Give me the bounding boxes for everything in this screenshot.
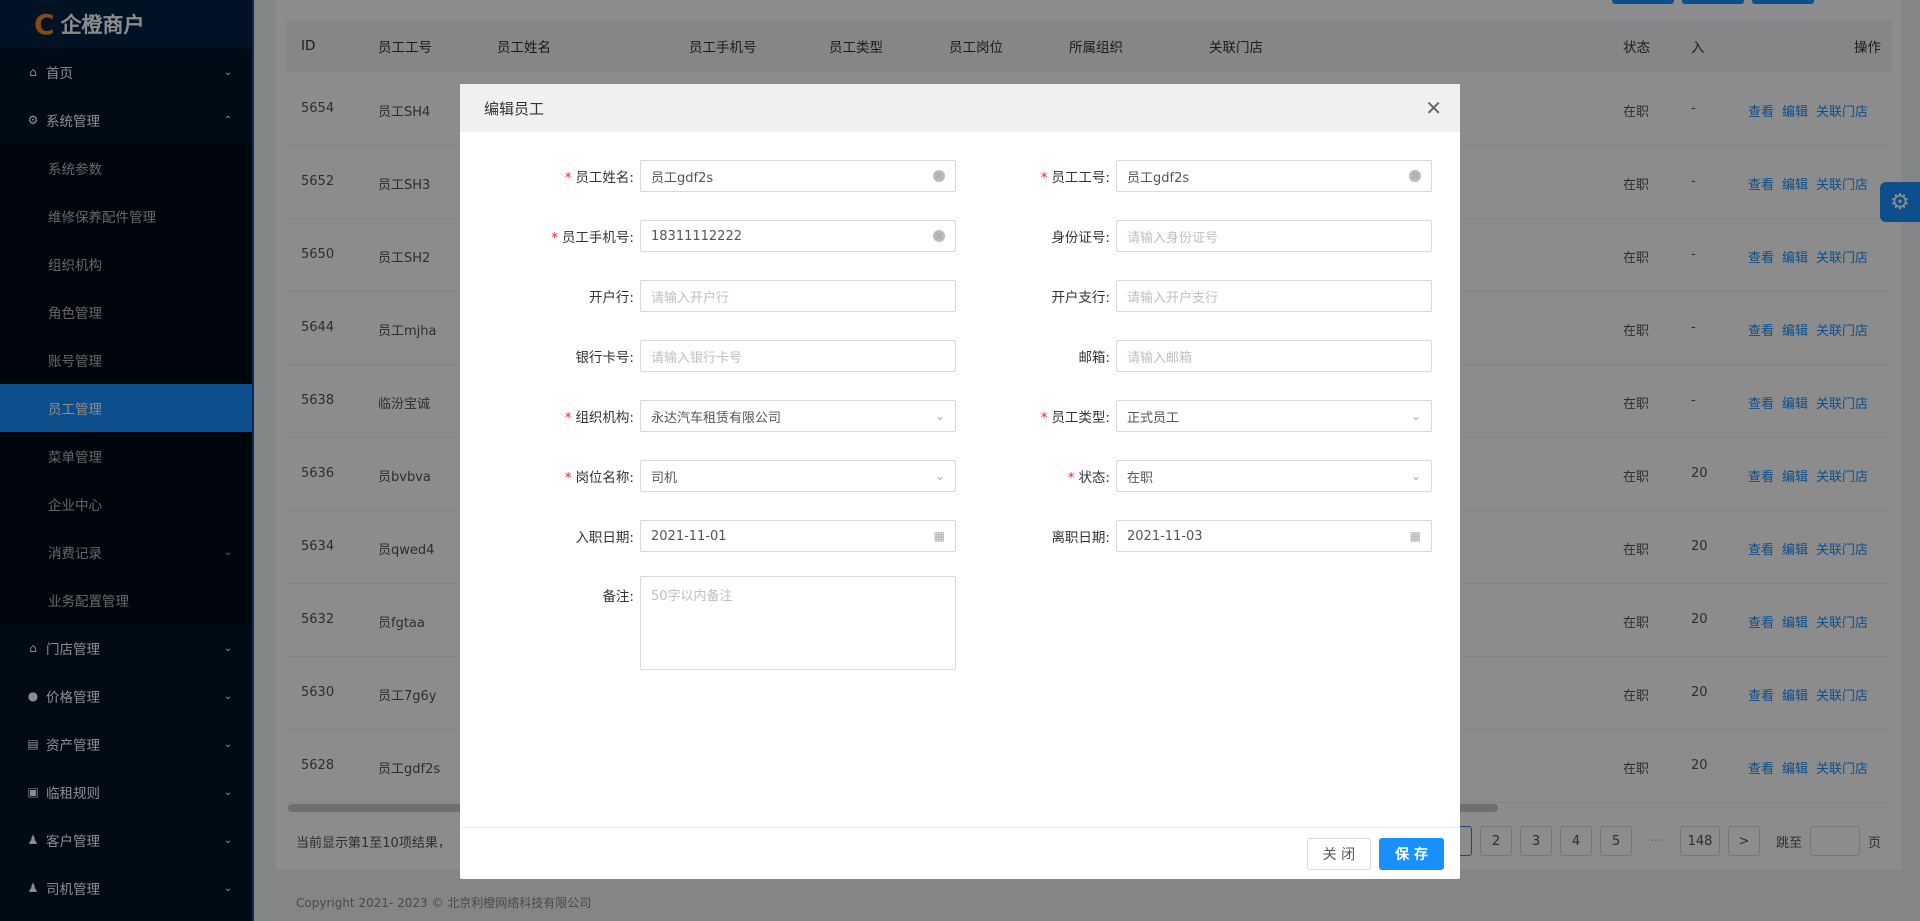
field-label: * 组织机构: <box>564 410 634 426</box>
clear-icon[interactable]: ✕ <box>1409 169 1421 183</box>
field-label: 银行卡号: <box>575 350 634 366</box>
field-label: * 状态: <box>1067 470 1110 486</box>
field-id-card: 身份证号: 请输入身份证号 <box>936 220 1432 252</box>
id-card-input[interactable]: 请输入身份证号 <box>1116 220 1432 252</box>
employee-no-input[interactable]: 员工gdf2s ✕ <box>1116 160 1432 192</box>
field-bank: 开户行: 请输入开户行 <box>460 280 956 312</box>
chevron-down-icon: ⌄ <box>1410 409 1421 423</box>
field-employee-type: * 员工类型: 正式员工 ⌄ <box>936 400 1432 432</box>
field-employee-no: * 员工工号: 员工gdf2s ✕ <box>936 160 1432 192</box>
save-button[interactable]: 保 存 <box>1379 837 1444 870</box>
field-label: * 员工姓名: <box>564 170 634 186</box>
post-select[interactable]: 司机 ⌄ <box>640 460 956 492</box>
field-label: * 员工工号: <box>1040 170 1110 186</box>
field-employee-name: * 员工姓名: 员工gdf2s ✕ <box>460 160 956 192</box>
phone-input[interactable]: 18311112222 ✕ <box>640 220 956 252</box>
field-leave-date: 离职日期: 2021-11-03 ▦ <box>936 520 1432 552</box>
org-select[interactable]: 永达汽车租赁有限公司 ⌄ <box>640 400 956 432</box>
field-post: * 岗位名称: 司机 ⌄ <box>460 460 956 492</box>
modal-header: 编辑员工 ✕ <box>460 84 1460 132</box>
field-label: * 岗位名称: <box>564 470 634 486</box>
close-button[interactable]: 关 闭 <box>1306 837 1372 870</box>
modal-title: 编辑员工 <box>484 99 545 118</box>
field-remark: 备注: 50字以内备注 <box>460 576 956 670</box>
field-status: * 状态: 在职 ⌄ <box>936 460 1432 492</box>
remark-textarea[interactable]: 50字以内备注 <box>640 576 956 670</box>
employee-name-input[interactable]: 员工gdf2s ✕ <box>640 160 956 192</box>
chevron-down-icon: ⌄ <box>1410 469 1421 483</box>
field-phone: * 员工手机号: 18311112222 ✕ <box>460 220 956 252</box>
field-entry-date: 入职日期: 2021-11-01 ▦ <box>460 520 956 552</box>
field-branch: 开户支行: 请输入开户支行 <box>936 280 1432 312</box>
modal-footer: 关 闭 保 存 <box>460 827 1460 879</box>
field-label: * 员工类型: <box>1040 410 1110 426</box>
edit-employee-modal: 编辑员工 ✕ * 员工姓名: 员工gdf2s ✕ * 员工工号: 员工gdf2s ✕ *… <box>460 84 1460 879</box>
entry-date-picker[interactable]: 2021-11-01 ▦ <box>640 520 956 552</box>
bank-input[interactable]: 请输入开户行 <box>640 280 956 312</box>
bank-card-input[interactable]: 请输入银行卡号 <box>640 340 956 372</box>
field-email: 邮箱: 请输入邮箱 <box>936 340 1432 372</box>
field-label: 开户行: <box>588 290 634 306</box>
field-label: 备注: <box>602 589 634 605</box>
field-label: 身份证号: <box>1051 230 1110 246</box>
field-label: 开户支行: <box>1051 290 1110 306</box>
leave-date-picker[interactable]: 2021-11-03 ▦ <box>1116 520 1432 552</box>
status-select[interactable]: 在职 ⌄ <box>1116 460 1432 492</box>
employee-type-select[interactable]: 正式员工 ⌄ <box>1116 400 1432 432</box>
calendar-icon: ▦ <box>1409 529 1421 543</box>
field-org: * 组织机构: 永达汽车租赁有限公司 ⌄ <box>460 400 956 432</box>
branch-input[interactable]: 请输入开户支行 <box>1116 280 1432 312</box>
email-input[interactable]: 请输入邮箱 <box>1116 340 1432 372</box>
field-label: * 员工手机号: <box>551 230 634 246</box>
close-icon[interactable]: ✕ <box>1425 96 1442 120</box>
field-label: 邮箱: <box>1078 350 1110 366</box>
field-label: 离职日期: <box>1051 530 1110 546</box>
field-label: 入职日期: <box>575 530 634 546</box>
field-bank-card: 银行卡号: 请输入银行卡号 <box>460 340 956 372</box>
